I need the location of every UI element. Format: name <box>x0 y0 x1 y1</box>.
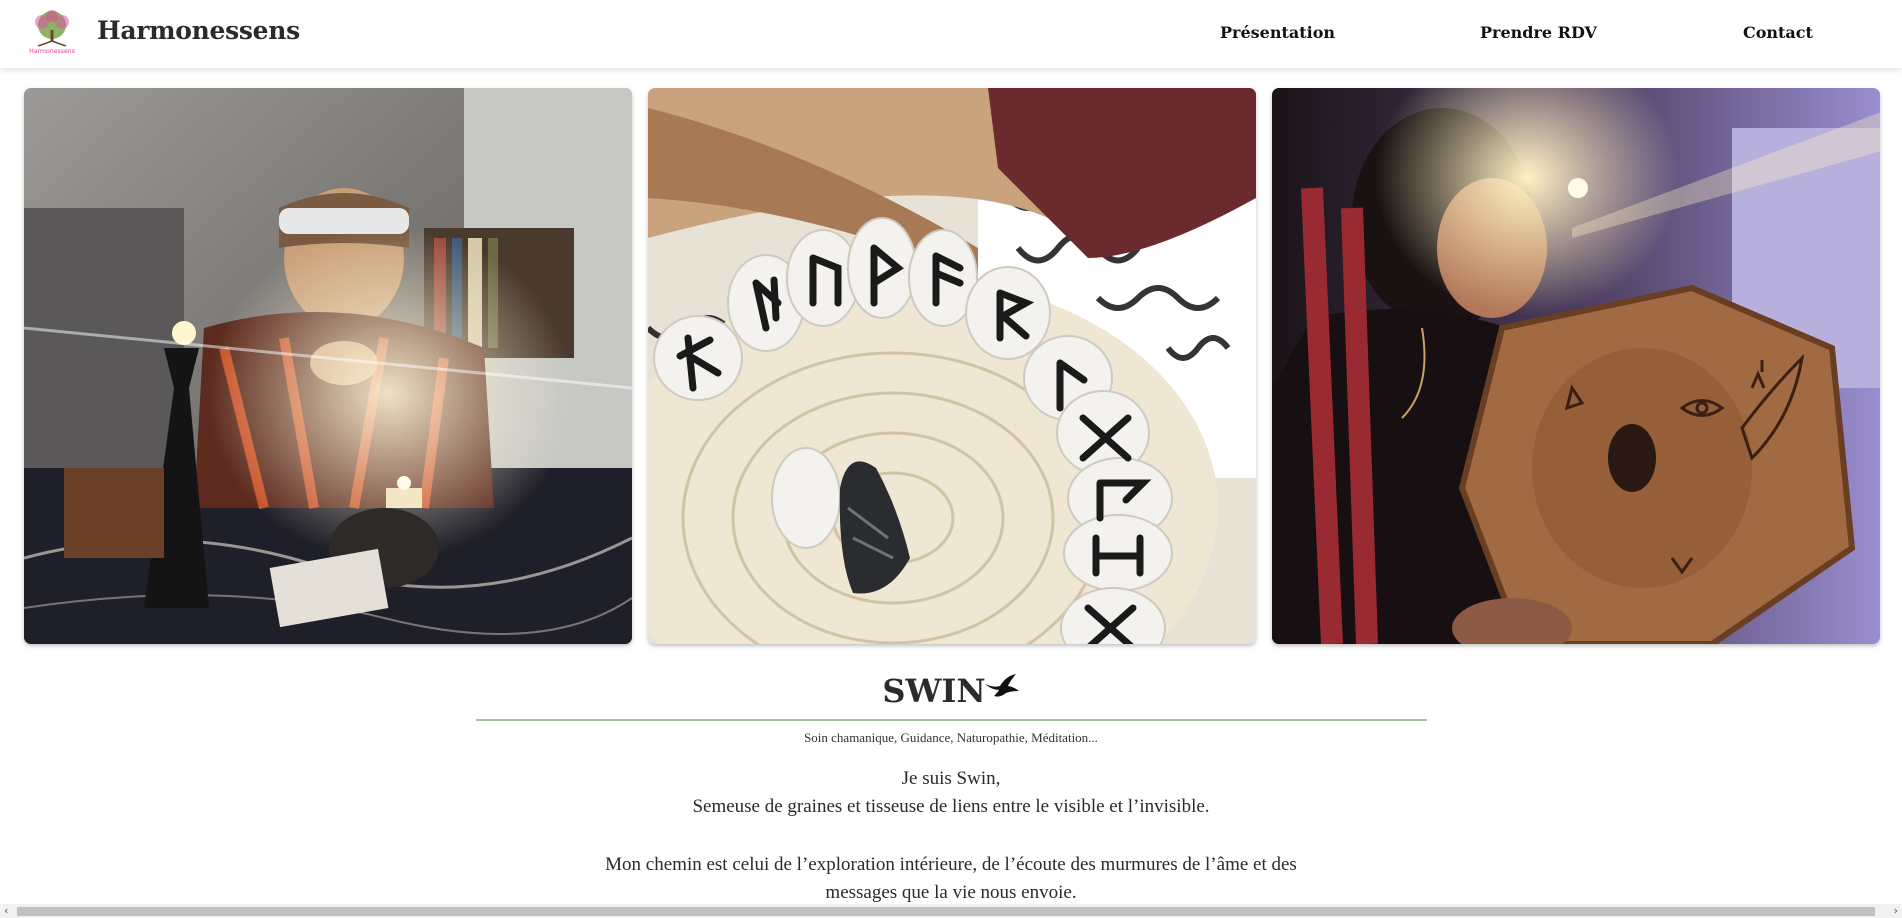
intro-line-3: Mon chemin est celui de l’exploration in… <box>605 854 1297 875</box>
photo-woman-shamanic-drum-icon <box>1272 88 1880 644</box>
gallery-photo-3[interactable] <box>1272 88 1880 644</box>
site-header: Harmonessens Harmonessens Présentation P… <box>0 0 1902 68</box>
content-title: SWIN <box>0 670 1902 710</box>
tree-logo-icon: Harmonessens <box>29 10 75 55</box>
nav-item-contact[interactable]: Contact <box>1743 23 1813 42</box>
nav-item-prendre-rdv[interactable]: Prendre RDV <box>1480 23 1597 42</box>
intro-paragraph-1: Je suis Swin, Semeuse de graines et tiss… <box>0 765 1902 821</box>
intro-line-1: Je suis Swin, <box>901 768 1001 789</box>
gallery-photo-1[interactable] <box>24 88 632 644</box>
gallery-photo-2[interactable] <box>648 88 1256 644</box>
subtitle: Soin chamanique, Guidance, Naturopathie,… <box>804 730 1098 745</box>
photo-woman-candle-meditation-icon <box>24 88 632 644</box>
photo-rune-stones-icon <box>648 88 1256 644</box>
site-title[interactable]: Harmonessens <box>97 16 300 45</box>
bird-icon <box>984 670 1020 697</box>
horizontal-scrollbar[interactable]: ‹ › <box>0 904 1902 918</box>
scroll-left-icon[interactable]: ‹ <box>4 905 8 917</box>
scroll-right-icon[interactable]: › <box>1894 905 1898 917</box>
nav-item-presentation[interactable]: Présentation <box>1220 23 1335 42</box>
intro-paragraph-2: Mon chemin est celui de l’exploration in… <box>0 851 1902 907</box>
intro-line-4: messages que la vie nous envoie. <box>825 882 1077 903</box>
content-title-text: SWIN <box>882 672 986 710</box>
title-divider <box>476 719 1427 721</box>
intro-line-2: Semeuse de graines et tisseuse de liens … <box>692 796 1210 817</box>
site-logo[interactable]: Harmonessens <box>22 8 82 58</box>
scrollbar-thumb[interactable] <box>17 907 1875 916</box>
logo-wordmark: Harmonessens <box>29 48 75 55</box>
